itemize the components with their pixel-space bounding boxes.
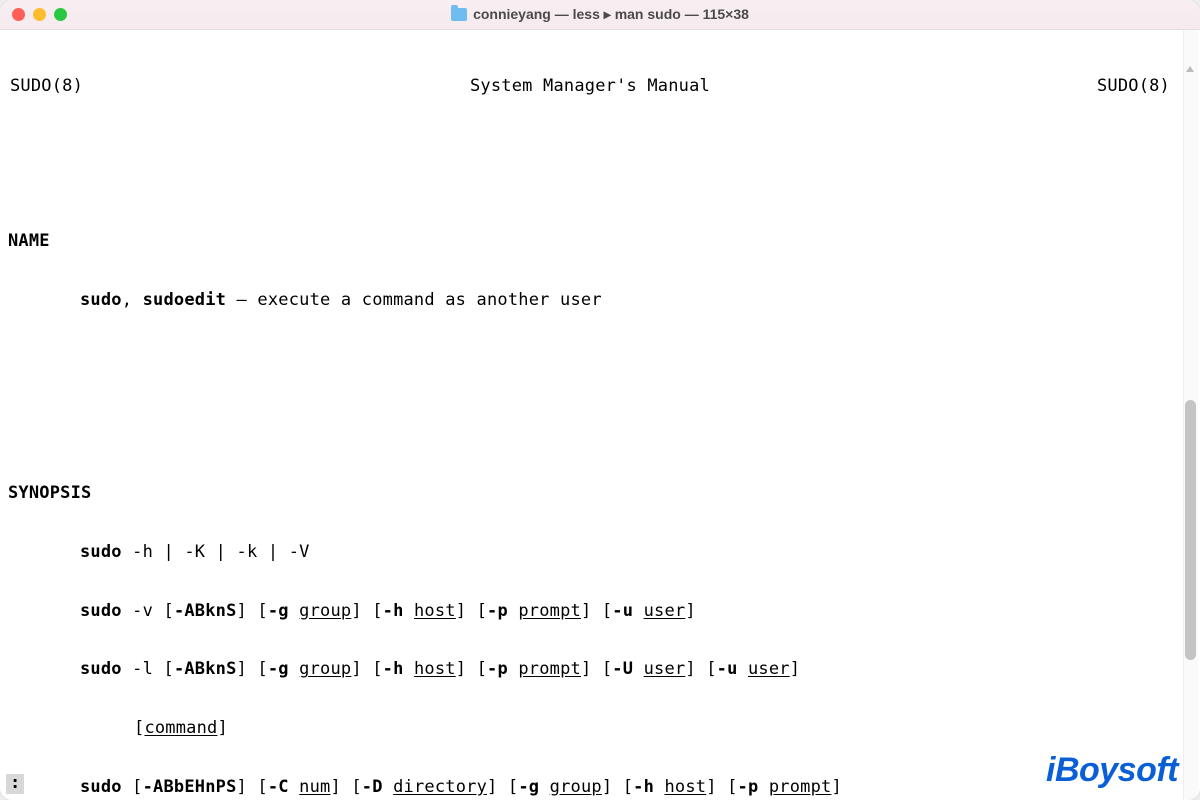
- terminal-window: connieyang — less ▸ man sudo — 115×38 SU…: [0, 0, 1200, 800]
- section-title-synopsis: SYNOPSIS: [8, 484, 1192, 504]
- scrollbar-thumb[interactable]: [1185, 400, 1196, 660]
- section-title-name: NAME: [8, 232, 1192, 252]
- section-name: NAME sudo, sudoedit – execute a command …: [8, 193, 1192, 349]
- pager-prompt[interactable]: :: [6, 774, 24, 794]
- syn-line-3: sudo -l [-ABknS] [-g group] [-h host] [-…: [8, 660, 1192, 680]
- window-controls: [12, 8, 67, 21]
- titlebar[interactable]: connieyang — less ▸ man sudo — 115×38: [0, 0, 1200, 30]
- section-synopsis: SYNOPSIS sudo -h | -K | -k | -V sudo -v …: [8, 445, 1192, 800]
- man-header-center: System Manager's Manual: [83, 77, 1097, 97]
- syn-line-3b: [command]: [8, 719, 1192, 739]
- syn-line-2: sudo -v [-ABknS] [-g group] [-h host] [-…: [8, 602, 1192, 622]
- minimize-icon[interactable]: [33, 8, 46, 21]
- close-icon[interactable]: [12, 8, 25, 21]
- man-header-left: SUDO(8): [10, 77, 83, 97]
- man-header: SUDO(8) System Manager's Manual SUDO(8): [8, 77, 1192, 97]
- window-title-text: connieyang — less ▸ man sudo — 115×38: [473, 6, 749, 23]
- syn-line-4: sudo [-ABbEHnPS] [-C num] [-D directory]…: [8, 778, 1192, 798]
- name-line: sudo, sudoedit – execute a command as an…: [8, 291, 1192, 311]
- window-title: connieyang — less ▸ man sudo — 115×38: [451, 6, 749, 23]
- scrollbar-track[interactable]: [1183, 30, 1198, 800]
- man-header-right: SUDO(8): [1097, 77, 1190, 97]
- manpage-content[interactable]: SUDO(8) System Manager's Manual SUDO(8) …: [0, 30, 1200, 800]
- syn-line-1: sudo -h | -K | -k | -V: [8, 543, 1192, 563]
- folder-icon: [451, 8, 467, 21]
- scroll-up-icon[interactable]: [1186, 66, 1194, 74]
- watermark-text: iBoysoft: [1046, 751, 1178, 790]
- maximize-icon[interactable]: [54, 8, 67, 21]
